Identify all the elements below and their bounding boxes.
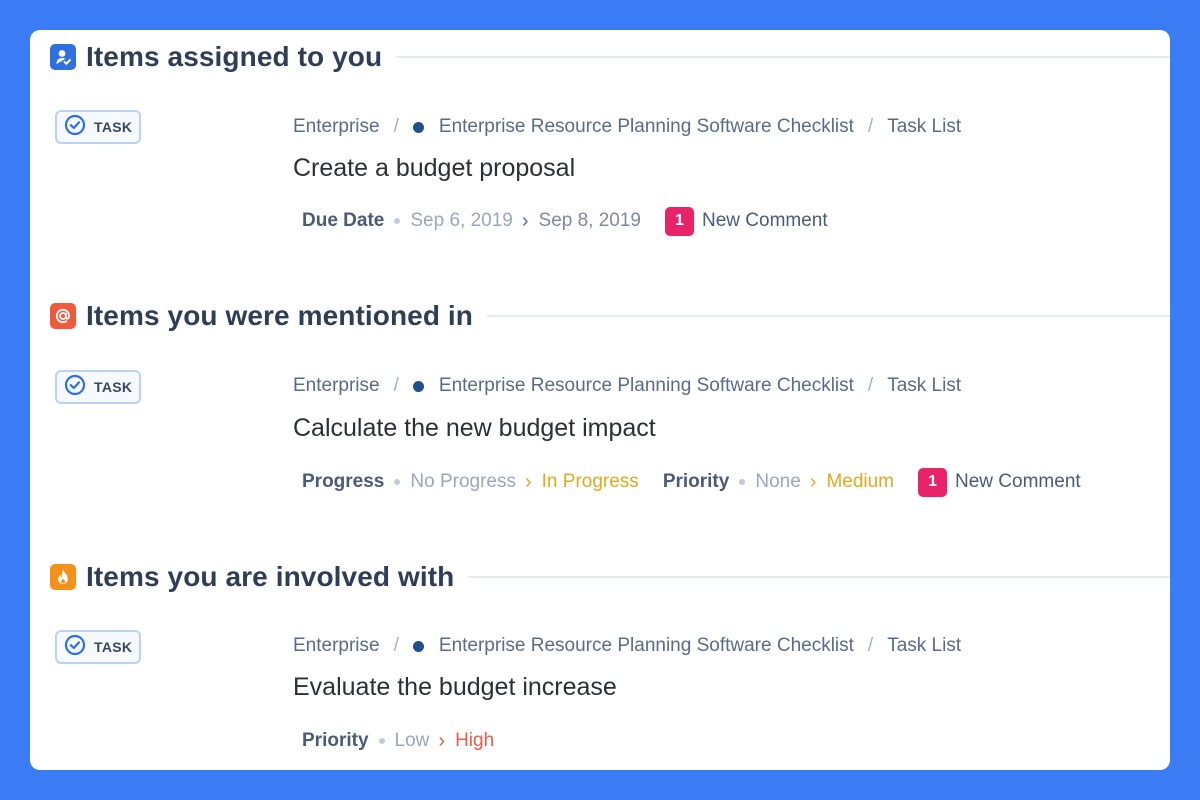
section-header-mentioned: Items you were mentioned in [50, 296, 1170, 336]
breadcrumb: Enterprise / Enterprise Resource Plannin… [293, 374, 961, 398]
task-type-label: TASK [94, 639, 133, 655]
comment-count-badge[interactable]: 1 [665, 206, 694, 236]
project-color-dot [412, 640, 424, 652]
priority-label: Priority [662, 471, 730, 492]
check-circle-icon [64, 114, 86, 141]
breadcrumb-list[interactable]: Task List [887, 116, 961, 138]
task-title[interactable]: Calculate the new budget impact [293, 414, 656, 443]
breadcrumb: Enterprise / Enterprise Resource Plannin… [293, 115, 961, 139]
progress-new-value: In Progress [541, 471, 639, 492]
meta-dot [394, 479, 401, 485]
project-color-dot [412, 380, 424, 392]
breadcrumb-project[interactable]: Enterprise Resource Planning Software Ch… [439, 635, 854, 657]
section-title: Items assigned to you [86, 41, 383, 72]
chevron-right-icon: › [521, 209, 529, 232]
priority-label: Priority [302, 730, 369, 751]
progress-old-value: No Progress [410, 471, 516, 492]
due-date-label: Due Date [302, 210, 385, 231]
priority-old-value: None [755, 471, 801, 492]
task-meta: Progress No Progress › In Progress Prior… [302, 467, 1081, 497]
task-title[interactable]: Create a budget proposal [293, 154, 575, 183]
priority-new-value: High [455, 730, 495, 751]
new-comment-link[interactable]: New Comment [702, 210, 828, 232]
check-circle-icon [64, 374, 86, 401]
breadcrumb: Enterprise / Enterprise Resource Plannin… [293, 634, 961, 658]
breadcrumb-project[interactable]: Enterprise Resource Planning Software Ch… [439, 375, 854, 397]
section-title: Items you are involved with [86, 561, 455, 592]
breadcrumb-separator: / [867, 116, 874, 137]
priority-old-value: Low [394, 730, 430, 751]
breadcrumb-list[interactable]: Task List [887, 635, 961, 657]
new-comment-link[interactable]: New Comment [955, 471, 1081, 493]
task-type-label: TASK [94, 119, 133, 135]
task-meta: Due Date Sep 6, 2019 › Sep 8, 2019 1 New… [302, 206, 828, 236]
section-header-assigned: Items assigned to you [50, 37, 1170, 77]
breadcrumb-separator: / [867, 635, 874, 656]
section-divider [468, 576, 1170, 578]
meta-dot [739, 479, 746, 485]
section-divider [396, 56, 1170, 58]
meta-dot [378, 738, 385, 744]
project-color-dot [412, 121, 424, 133]
due-date-new-value: Sep 8, 2019 [538, 210, 641, 231]
due-date-old-value: Sep 6, 2019 [410, 210, 513, 231]
at-sign-icon [50, 303, 76, 329]
task-title[interactable]: Evaluate the budget increase [293, 673, 617, 702]
chevron-right-icon: › [809, 470, 817, 493]
section-header-involved: Items you are involved with [50, 557, 1170, 597]
breadcrumb-separator: / [393, 375, 399, 396]
comment-count-badge[interactable]: 1 [918, 467, 948, 497]
activity-card: Items assigned to you TASK Enterprise / … [30, 30, 1170, 770]
task-type-badge[interactable]: TASK [55, 110, 141, 144]
section-divider [487, 315, 1170, 317]
progress-label: Progress [302, 471, 385, 492]
task-type-badge[interactable]: TASK [55, 370, 141, 404]
breadcrumb-list[interactable]: Task List [887, 375, 961, 397]
meta-dot [394, 218, 401, 224]
section-title: Items you were mentioned in [86, 300, 474, 331]
chevron-right-icon: › [524, 470, 532, 493]
breadcrumb-workspace[interactable]: Enterprise [293, 375, 380, 397]
task-type-badge[interactable]: TASK [55, 630, 141, 664]
user-check-icon [50, 44, 76, 70]
breadcrumb-workspace[interactable]: Enterprise [293, 116, 380, 138]
breadcrumb-project[interactable]: Enterprise Resource Planning Software Ch… [439, 116, 854, 138]
task-type-label: TASK [94, 379, 133, 395]
breadcrumb-workspace[interactable]: Enterprise [293, 635, 380, 657]
task-meta: Priority Low › High [302, 728, 494, 754]
breadcrumb-separator: / [867, 375, 874, 396]
priority-new-value: Medium [826, 471, 895, 492]
breadcrumb-separator: / [393, 116, 399, 137]
check-circle-icon [64, 634, 86, 661]
breadcrumb-separator: / [393, 635, 399, 656]
chevron-right-icon: › [438, 729, 446, 752]
flame-icon [50, 564, 76, 590]
